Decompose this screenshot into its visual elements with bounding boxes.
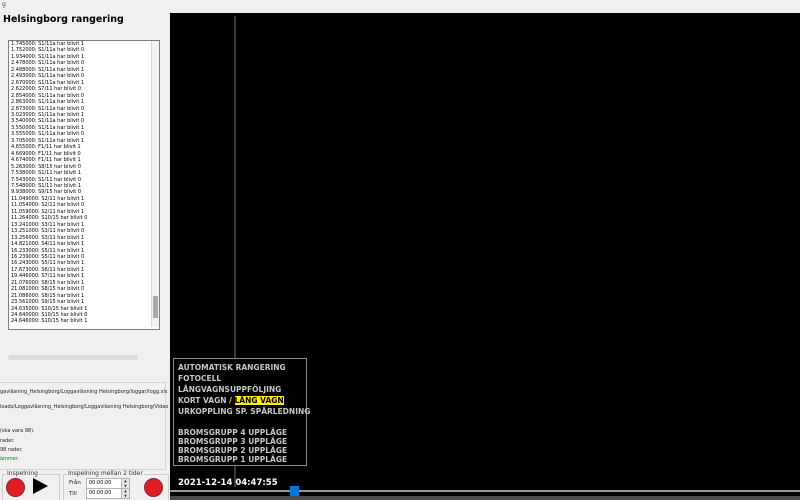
play-button[interactable] [33,478,48,494]
timeline-slider[interactable] [170,490,800,492]
clock-display: 2021-12-14 04:47:55 [178,478,278,488]
check-text-2: rader. [0,438,15,444]
log-scrollbar[interactable] [151,41,159,327]
recording-between-label: Inspelning mellan 2 tider [67,470,144,477]
file-info-groupbox [0,382,166,470]
to-label: Till [69,491,77,497]
check-text-ok: ämmer. [0,456,19,462]
bottom-strip [170,496,800,500]
overlay-status-line: AUTOMATISK RANGERING [178,362,302,373]
overlay-status-line: URKOPPLING SP. SPÅRLEDNING [178,406,302,417]
recording-between-groupbox: Inspelning mellan 2 tider Från 00:00:00 … [63,474,169,500]
recording-group-label: Inspelning [6,470,39,477]
overlay-status-line: FOTOCELL [178,373,302,384]
overlay-gap [178,417,302,428]
check-text-1: (ska vara 98). [0,428,35,434]
record-between-button[interactable] [144,478,163,497]
video-file-path: loads/Loggavläsning_Helsingborg/Loggavlä… [0,404,169,410]
overlay-bromsgrupp-line: BROMSGRUPP 3 UPPLÄGE [178,437,302,446]
record-button[interactable] [6,478,25,497]
timeline-slider-handle[interactable] [290,486,299,496]
overlay-bromsgrupp-line: BROMSGRUPP 1 UPPLÄGE [178,455,302,464]
recording-groupbox: Inspelning [2,474,60,500]
log-row: 24.646000: S10/15 har blivit 1 [9,318,159,324]
overlay-wagon-line: KORT VAGN / LÅNG VAGN [178,395,302,406]
overlay-bromsgrupp-line: BROMSGRUPP 4 UPPLÄGE [178,428,302,437]
event-log-list[interactable]: 1.745000: S1/11a har blivit 11.752000: S… [8,40,160,330]
to-time-stepper[interactable]: ▲▼ [121,488,130,499]
to-time-field[interactable]: 00:00:00 [86,488,124,499]
lang-vagn-highlight: LÅNG VAGN [235,396,284,405]
progress-bar [8,355,138,360]
status-overlay: AUTOMATISK RANGERINGFOTOCELLLÅNGVAGNSUPP… [173,358,307,466]
log-scrollbar-thumb[interactable] [153,296,158,318]
page-title: Helsingborg rangering [3,14,124,25]
log-file-path: gavläsning_Helsingborg/Loggavläsning Hel… [0,389,168,395]
window-title-fragment: g [2,1,6,8]
app-window: g Helsingborg rangering 1.745000: S1/11a… [0,0,800,500]
check-text-3: 98 rader. [0,447,23,453]
from-label: Från [69,480,81,486]
overlay-bromsgrupp-line: BROMSGRUPP 2 UPPLÄGE [178,446,302,455]
overlay-status-line: LÅNGVAGNSUPPFÖLJING [178,384,302,395]
